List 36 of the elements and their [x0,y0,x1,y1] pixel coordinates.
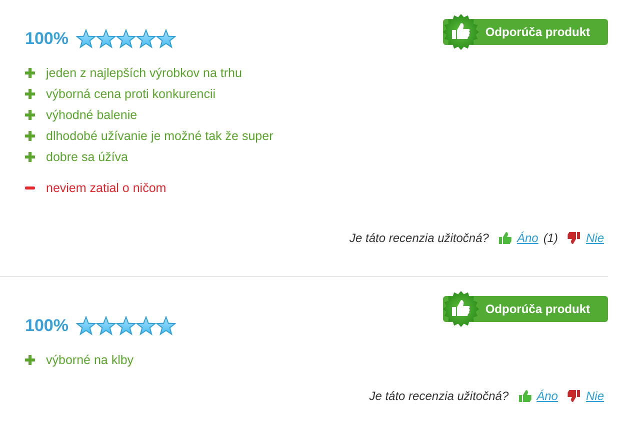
rating-percent: 100% [25,28,68,50]
star-icon [156,316,176,336]
star-icon [116,28,136,49]
thumbs-up-icon [498,231,512,245]
pro-text: dlhodobé užívanie je možné tak že super [46,128,274,144]
thumbs-down-icon [566,231,581,245]
star-icon [96,28,116,49]
star-icon [156,28,176,49]
pro-text: výhodné balenie [46,106,138,122]
thumbs-up-icon [518,389,532,403]
helpful-question: Je táto recenzia užitočná? [350,230,489,247]
plus-icon [25,130,35,140]
star-icon [136,28,156,49]
helpful-yes-link[interactable]: Áno [536,387,558,405]
not-helpful-link[interactable]: Nie [586,387,604,405]
not-helpful-link[interactable]: Nie [586,229,604,247]
star-icon [136,316,156,336]
thumbs-down-icon [566,389,581,403]
plus-icon [25,110,35,120]
vote-count: (1) [543,230,558,247]
pro-text: dobre sa úžíva [46,148,128,164]
plus-icon [25,68,35,78]
star-icon [76,28,96,49]
pro-text: výborná cena proti konkurencii [46,86,216,102]
helpful-question: Je táto recenzia užitočná? [369,388,509,405]
star-icon [116,316,136,336]
plus-icon [25,354,35,364]
helpful-yes-link[interactable]: Áno [516,229,538,247]
plus-icon [25,152,35,162]
rating-percent: 100% [25,315,68,337]
con-text: neviem zatial o ničom [46,180,166,196]
plus-icon [25,88,35,98]
pro-text: jeden z najlepších výrobkov na trhu [46,64,242,80]
pro-text: výborné na klby [46,352,134,368]
star-icon [76,316,96,336]
star-icon [96,316,116,336]
